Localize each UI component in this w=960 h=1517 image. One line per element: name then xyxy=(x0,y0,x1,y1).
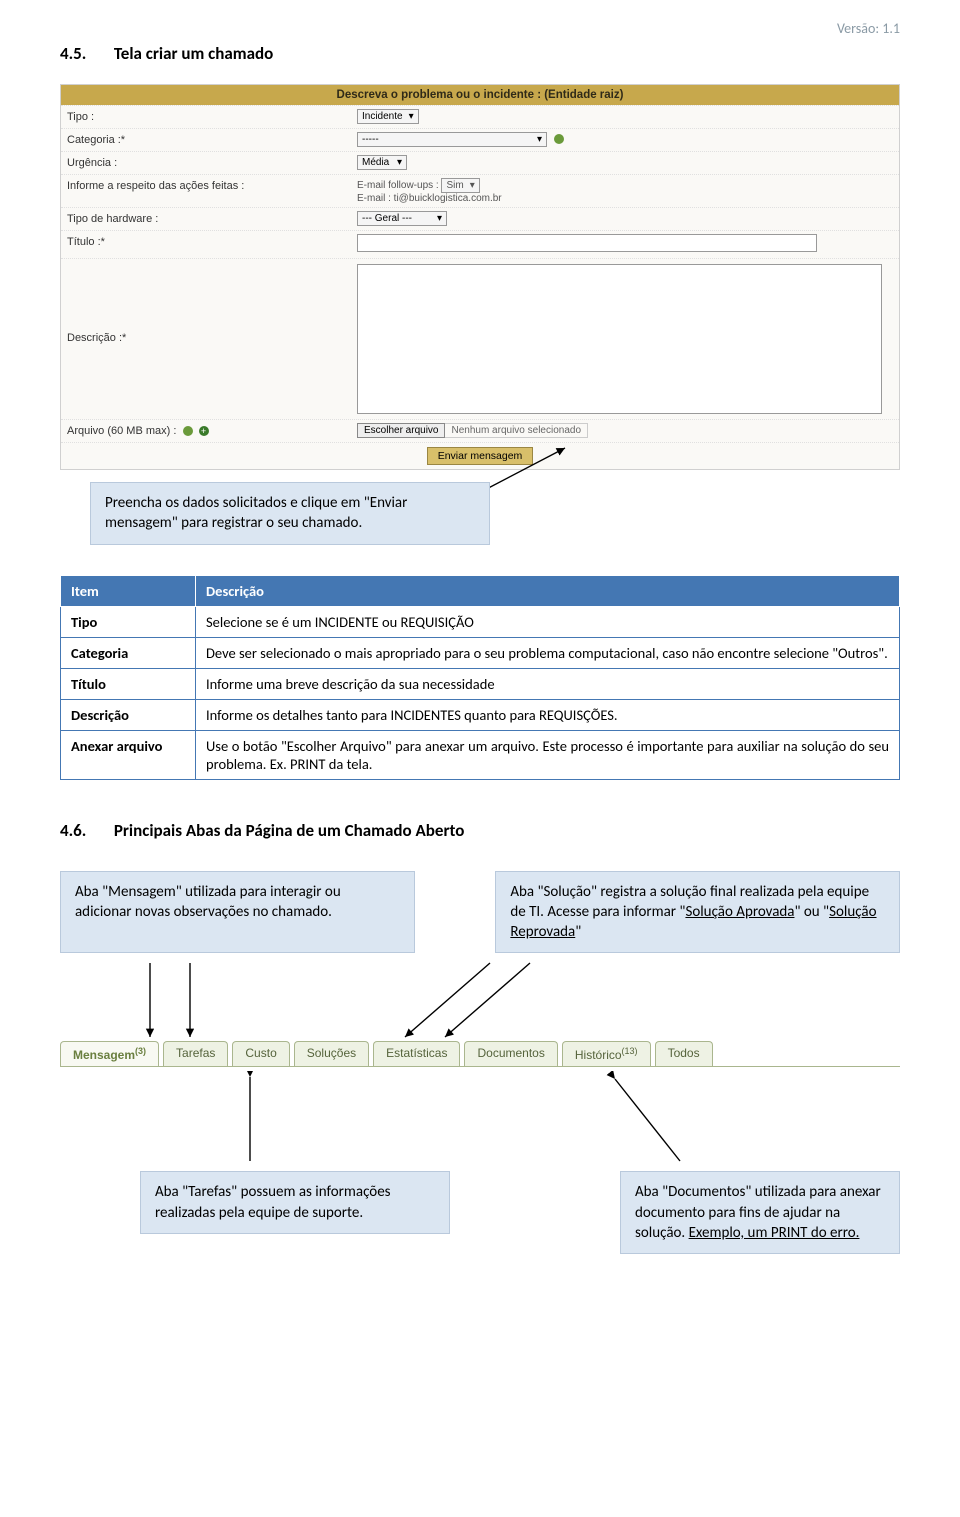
select-followup-value: Sim xyxy=(446,180,463,191)
table-cell-val: Deve ser selecionado o mais apropriado p… xyxy=(196,637,900,668)
field-description-table: Item Descrição Tipo Selecione se é um IN… xyxy=(60,575,900,780)
tab-historico[interactable]: Histórico(13) xyxy=(562,1041,651,1066)
arrows-lower-icon xyxy=(60,1071,900,1171)
table-row: Categoria Deve ser selecionado o mais ap… xyxy=(61,637,900,668)
section-4-6-heading: 4.6. Principais Abas da Página de um Cha… xyxy=(60,820,900,841)
select-tipo[interactable]: Incidente ▾ xyxy=(357,109,419,124)
caret-icon: ▾ xyxy=(437,213,442,224)
table-row: Título Informe uma breve descrição da su… xyxy=(61,668,900,699)
table-cell-key: Anexar arquivo xyxy=(61,730,196,779)
textarea-descricao[interactable] xyxy=(357,264,882,414)
label-acoes-feitas: Informe a respeito das ações feitas : xyxy=(67,178,357,194)
callout-tab-tarefas: Aba "Tarefas" possuem as informações rea… xyxy=(140,1171,450,1234)
arrows-upper-icon xyxy=(60,961,900,1041)
section-number: 4.6. xyxy=(60,820,110,841)
table-row: Tipo Selecione se é um INCIDENTE ou REQU… xyxy=(61,606,900,637)
caret-icon: ▾ xyxy=(470,180,475,191)
file-status: Nenhum arquivo selecionado xyxy=(445,423,588,438)
tab-todos[interactable]: Todos xyxy=(655,1041,713,1066)
input-titulo[interactable] xyxy=(357,234,817,252)
table-cell-val: Use o botão "Escolher Arquivo" para anex… xyxy=(196,730,900,779)
select-hardware-value: --- Geral --- xyxy=(362,213,412,224)
table-cell-val: Informe os detalhes tanto para INCIDENTE… xyxy=(196,699,900,730)
table-header-desc: Descrição xyxy=(196,575,900,606)
section-number: 4.5. xyxy=(60,43,110,64)
table-header-item: Item xyxy=(61,575,196,606)
table-cell-val: Informe uma breve descrição da sua neces… xyxy=(196,668,900,699)
tab-tarefas[interactable]: Tarefas xyxy=(163,1041,228,1066)
tab-mensagem[interactable]: Mensagem(3) xyxy=(60,1041,159,1066)
select-urgencia-value: Média xyxy=(362,157,389,168)
table-cell-key: Descrição xyxy=(61,699,196,730)
label-arquivo: Arquivo (60 MB max) : ● + xyxy=(67,423,357,439)
caret-icon: ▾ xyxy=(409,111,414,122)
callout-tab-documentos: Aba "Documentos" utilizada para anexar d… xyxy=(620,1171,900,1254)
select-urgencia[interactable]: Média ▾ xyxy=(357,155,407,170)
callout-tab-solucao: Aba "Solução" registra a solução final r… xyxy=(495,871,900,954)
callout-tab-mensagem: Aba "Mensagem" utilizada para interagir … xyxy=(60,871,415,954)
help-icon[interactable]: ● xyxy=(554,134,564,144)
tabs-strip: Mensagem(3) Tarefas Custo Soluções Estat… xyxy=(60,1041,900,1067)
email-line: E-mail : ti@buicklogistica.com.br xyxy=(357,193,893,204)
tab-estatisticas[interactable]: Estatísticas xyxy=(373,1041,460,1066)
label-descricao: Descrição :* xyxy=(67,262,357,346)
glpi-form-header: Descreva o problema ou o incidente : (En… xyxy=(61,85,899,105)
select-tipo-value: Incidente xyxy=(362,111,403,122)
caret-icon: ▾ xyxy=(397,157,402,168)
section-title: Principais Abas da Página de um Chamado … xyxy=(114,820,465,841)
select-followup[interactable]: Sim ▾ xyxy=(441,178,479,193)
glpi-form: Descreva o problema ou o incidente : (En… xyxy=(60,84,900,470)
followup-line: E-mail follow-ups : Sim ▾ xyxy=(357,178,893,193)
callout-fill-form: Preencha os dados solicitados e clique e… xyxy=(90,482,490,545)
label-urgencia: Urgência : xyxy=(67,155,357,171)
select-categoria[interactable]: ----- ▾ xyxy=(357,132,547,147)
tab-custo[interactable]: Custo xyxy=(232,1041,289,1066)
table-cell-key: Título xyxy=(61,668,196,699)
label-titulo: Título :* xyxy=(67,234,357,250)
section-title: Tela criar um chamado xyxy=(114,43,273,64)
label-tipo-hardware: Tipo de hardware : xyxy=(67,211,357,227)
select-categoria-value: ----- xyxy=(362,134,379,145)
table-row: Descrição Informe os detalhes tanto para… xyxy=(61,699,900,730)
version-label: Versão: 1.1 xyxy=(60,20,900,37)
section-4-5-heading: 4.5. Tela criar um chamado xyxy=(60,43,900,64)
caret-icon: ▾ xyxy=(537,134,542,145)
table-cell-key: Tipo xyxy=(61,606,196,637)
help-icon[interactable]: ● xyxy=(183,426,193,436)
table-cell-val: Selecione se é um INCIDENTE ou REQUISIÇÃ… xyxy=(196,606,900,637)
add-icon[interactable]: + xyxy=(199,426,209,436)
table-cell-key: Categoria xyxy=(61,637,196,668)
label-categoria: Categoria :* xyxy=(67,132,357,148)
tab-solucoes[interactable]: Soluções xyxy=(294,1041,369,1066)
label-tipo: Tipo : xyxy=(67,109,357,125)
tab-documentos[interactable]: Documentos xyxy=(464,1041,557,1066)
choose-file-button[interactable]: Escolher arquivo xyxy=(357,423,445,438)
select-hardware[interactable]: --- Geral --- ▾ xyxy=(357,211,447,226)
table-row: Anexar arquivo Use o botão "Escolher Arq… xyxy=(61,730,900,779)
